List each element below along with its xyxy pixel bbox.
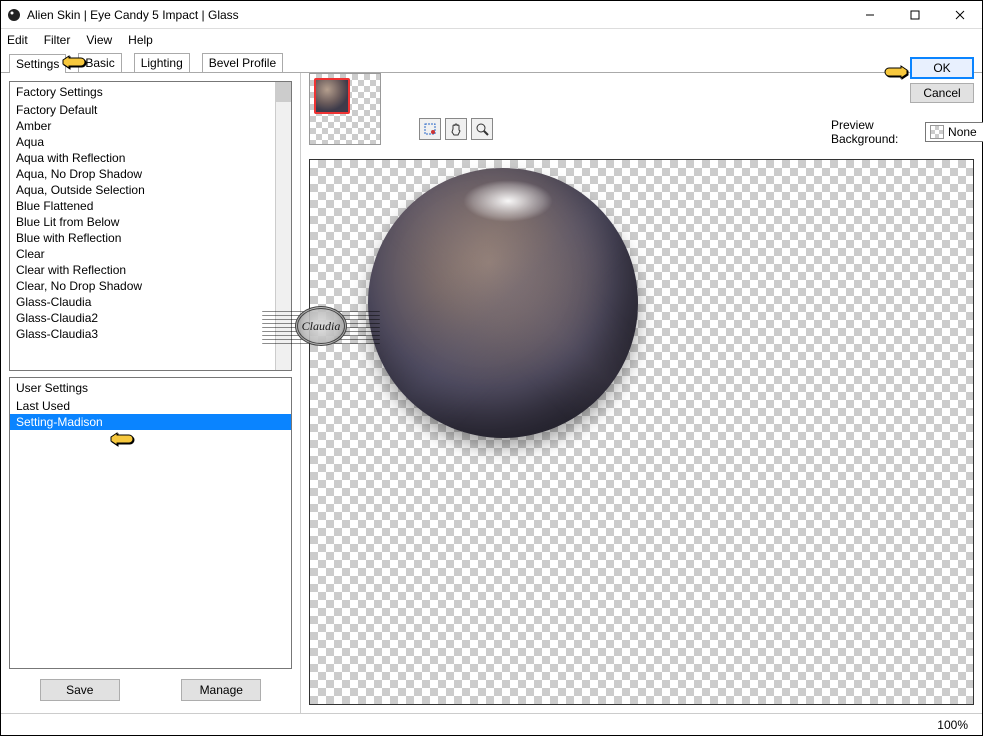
close-button[interactable] [937, 1, 982, 28]
navigator-selection[interactable] [314, 78, 350, 114]
factory-item[interactable]: Factory Default [10, 102, 291, 118]
tab-settings[interactable]: Settings [9, 54, 66, 73]
factory-settings-list[interactable]: Factory Settings Factory Default Amber A… [9, 81, 292, 371]
factory-item[interactable]: Clear, No Drop Shadow [10, 278, 291, 294]
tab-lighting[interactable]: Lighting [134, 53, 190, 72]
preview-panel: Preview Background: None OK Cancel [301, 73, 982, 713]
user-settings-header: User Settings [10, 378, 291, 398]
factory-item[interactable]: Blue with Reflection [10, 230, 291, 246]
menu-edit[interactable]: Edit [7, 33, 28, 47]
factory-item[interactable]: Glass-Claudia [10, 294, 291, 310]
factory-item[interactable]: Clear [10, 246, 291, 262]
maximize-button[interactable] [892, 1, 937, 28]
factory-item[interactable]: Amber [10, 118, 291, 134]
user-settings-list[interactable]: User Settings Last Used Setting-Madison [9, 377, 292, 669]
preview-background-value: None [948, 125, 977, 139]
factory-item[interactable]: Glass-Claudia3 [10, 326, 291, 342]
window-controls [847, 1, 982, 28]
titlebar: Alien Skin | Eye Candy 5 Impact | Glass [1, 1, 982, 29]
preview-background-select[interactable]: None [925, 122, 983, 142]
user-item[interactable]: Last Used [10, 398, 291, 414]
menu-view[interactable]: View [86, 33, 112, 47]
factory-item[interactable]: Blue Lit from Below [10, 214, 291, 230]
window-title: Alien Skin | Eye Candy 5 Impact | Glass [27, 8, 847, 22]
ok-button[interactable]: OK [910, 57, 974, 79]
manage-button[interactable]: Manage [181, 679, 261, 701]
cancel-button[interactable]: Cancel [910, 83, 974, 103]
tabbar: Settings Basic Lighting Bevel Profile [1, 51, 982, 73]
factory-item[interactable]: Aqua with Reflection [10, 150, 291, 166]
settings-panel: Factory Settings Factory Default Amber A… [1, 73, 301, 713]
menu-filter[interactable]: Filter [44, 33, 71, 47]
marquee-tool-button[interactable] [419, 118, 441, 140]
preview-canvas[interactable] [309, 159, 974, 705]
navigator-thumbnail[interactable] [309, 73, 381, 145]
preview-background-label: Preview Background: [831, 118, 921, 146]
factory-item[interactable]: Clear with Reflection [10, 262, 291, 278]
factory-settings-header: Factory Settings [10, 82, 291, 102]
scrollbar[interactable] [275, 82, 291, 370]
factory-item[interactable]: Blue Flattened [10, 198, 291, 214]
checker-swatch-icon [930, 125, 944, 139]
factory-item[interactable]: Aqua, No Drop Shadow [10, 166, 291, 182]
settings-buttons: Save Manage [9, 675, 292, 705]
factory-item[interactable]: Aqua, Outside Selection [10, 182, 291, 198]
hand-tool-button[interactable] [445, 118, 467, 140]
user-item-selected[interactable]: Setting-Madison [10, 414, 291, 430]
factory-item[interactable]: Aqua [10, 134, 291, 150]
factory-item[interactable]: Glass-Claudia2 [10, 310, 291, 326]
menu-help[interactable]: Help [128, 33, 153, 47]
zoom-tool-button[interactable] [471, 118, 493, 140]
zoom-level: 100% [937, 718, 968, 732]
scrollbar-thumb[interactable] [275, 82, 291, 102]
save-button[interactable]: Save [40, 679, 120, 701]
minimize-button[interactable] [847, 1, 892, 28]
app-icon [7, 8, 21, 22]
menubar: Edit Filter View Help [1, 29, 982, 51]
glass-sphere-preview [368, 168, 638, 438]
tab-bevel-profile[interactable]: Bevel Profile [202, 53, 283, 72]
tab-basic[interactable]: Basic [78, 53, 121, 72]
statusbar: 100% [1, 713, 982, 735]
preview-toolbar: Preview Background: None OK Cancel [301, 73, 982, 131]
